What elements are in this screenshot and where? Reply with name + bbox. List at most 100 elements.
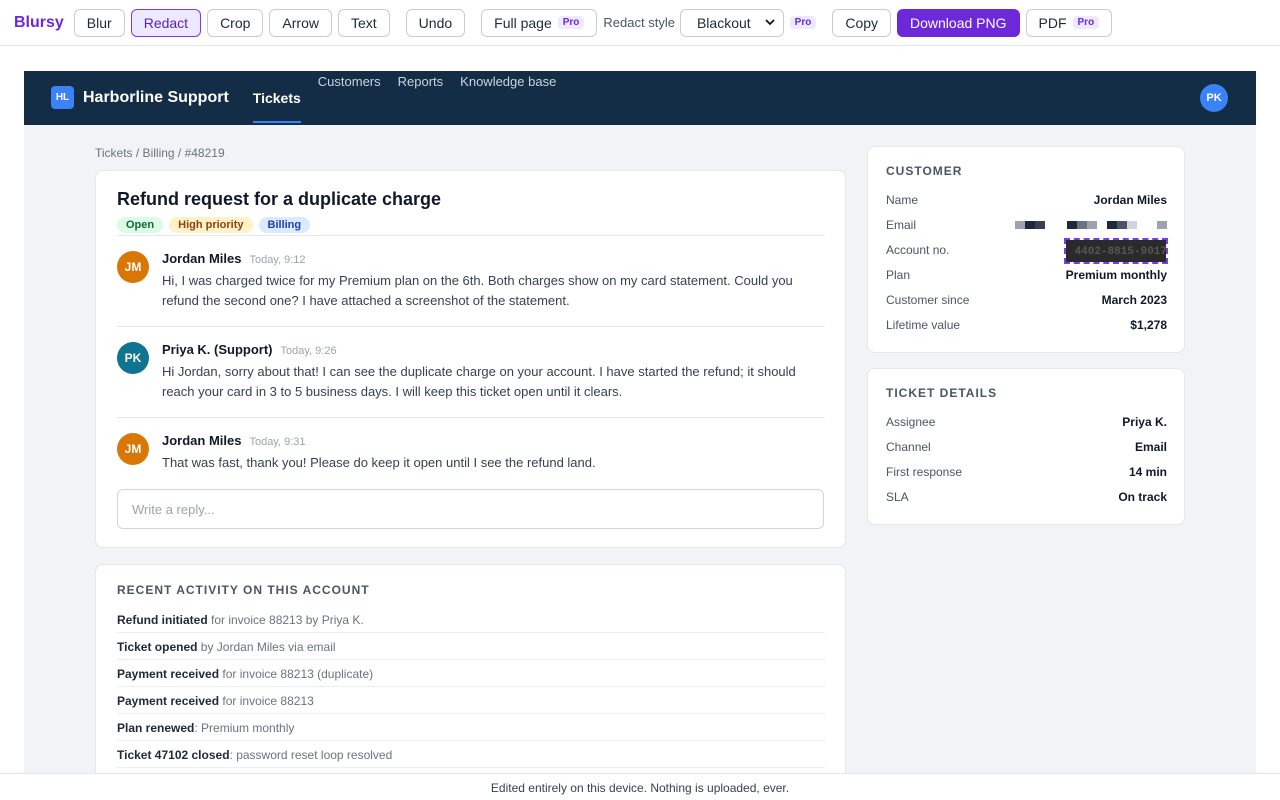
blur-tool-button[interactable]: Blur xyxy=(73,8,125,37)
activity-detail: : password reset loop resolved xyxy=(229,748,393,762)
message-time: Today, 9:12 xyxy=(249,254,306,266)
tab-knowledge-base[interactable]: Knowledge base xyxy=(460,71,556,125)
row-key: Customer since xyxy=(886,293,970,307)
row-key: First response xyxy=(886,465,963,479)
screenshot-canvas[interactable]: HL Harborline Support Tickets Customers … xyxy=(24,71,1256,773)
row-key: Lifetime value xyxy=(886,318,961,332)
ticket-badges: Open High priority Billing xyxy=(117,217,311,233)
message-time: Today, 9:26 xyxy=(280,345,337,357)
list-item: Payment received for invoice 88213 (dupl… xyxy=(117,660,825,687)
copy-button[interactable]: Copy xyxy=(832,8,892,37)
pro-badge: Pro xyxy=(789,16,817,29)
text-tool-button[interactable]: Text xyxy=(337,8,390,37)
undo-button[interactable]: Undo xyxy=(405,8,466,37)
message-header: Jordan Miles Today, 9:12 xyxy=(162,251,306,266)
app-name: Harborline Support xyxy=(83,89,229,106)
message-text: Hi Jordan, sorry about that! I can see t… xyxy=(162,364,796,399)
customer-row: Lifetime value $1,278 xyxy=(886,318,1167,332)
avatar: JM xyxy=(117,251,149,283)
detail-row: Channel Email xyxy=(886,440,1167,454)
ticket-details-card: TICKET DETAILS Assignee Priya K. Channel E… xyxy=(867,368,1185,525)
activity-action: Payment received xyxy=(117,667,220,681)
tab-reports[interactable]: Reports xyxy=(398,71,444,125)
message-text: That was fast, thank you! Please do keep… xyxy=(162,455,596,470)
reply-input[interactable]: Write a reply... xyxy=(117,489,824,529)
activity-action: Payment received xyxy=(117,694,220,708)
download-png-button[interactable]: Download PNG xyxy=(897,8,1020,37)
app-logo: HL xyxy=(51,86,74,109)
row-value: Premium monthly xyxy=(1065,268,1167,282)
redact-style-value: Blackout xyxy=(696,14,751,31)
avatar: PK xyxy=(117,342,149,374)
activity-detail: for invoice 88213 xyxy=(219,694,314,708)
arrow-tool-button[interactable]: Arrow xyxy=(269,8,332,37)
tab-tickets[interactable]: Tickets xyxy=(252,71,301,123)
pdf-button[interactable]: PDF Pro xyxy=(1025,8,1113,37)
customer-row: Name Jordan Miles xyxy=(886,193,1167,207)
detail-row: SLA On track xyxy=(886,490,1167,504)
list-item: Plan renewed: Premium monthly xyxy=(117,714,825,741)
row-key: Assignee xyxy=(886,415,936,429)
divider xyxy=(117,235,825,236)
row-value: March 2023 xyxy=(1101,293,1167,307)
status-badge: Open xyxy=(117,217,164,233)
avatar: JM xyxy=(117,433,149,465)
detail-row: First response 14 min xyxy=(886,465,1167,479)
list-item: Payment received for invoice 88213 xyxy=(117,687,825,714)
list-item: Ticket 47102 closed: password reset loop… xyxy=(117,741,825,768)
row-key: Channel xyxy=(886,440,931,454)
activity-action: Plan renewed xyxy=(117,721,195,735)
row-value: Email xyxy=(1134,440,1167,454)
divider xyxy=(117,326,825,327)
customer-row: Email xyxy=(886,218,1167,232)
ticket-title: Refund request for a duplicate charge xyxy=(117,189,442,209)
message-header: Jordan Miles Today, 9:31 xyxy=(162,433,306,448)
row-key: SLA xyxy=(886,490,909,504)
detail-row: Assignee Priya K. xyxy=(886,415,1167,429)
ticket-details-heading: TICKET DETAILS xyxy=(886,386,998,400)
priority-badge: High priority xyxy=(169,217,253,233)
message-header: Priya K. (Support) Today, 9:26 xyxy=(162,342,337,357)
tab-customers[interactable]: Customers xyxy=(318,71,381,125)
message-time: Today, 9:31 xyxy=(249,436,306,448)
redact-style-select[interactable]: Blackout xyxy=(679,8,784,37)
divider xyxy=(117,417,825,418)
full-page-label: Full page xyxy=(494,14,552,31)
pixelated-email-redaction[interactable] xyxy=(1015,218,1167,232)
row-value: $1,278 xyxy=(1130,318,1167,332)
activity-heading: RECENT ACTIVITY ON THIS ACCOUNT xyxy=(117,583,370,597)
blackout-redaction[interactable]: 4402-8815-9017 xyxy=(1063,238,1168,264)
category-badge: Billing xyxy=(258,217,311,233)
customer-row: Account no. 4402-8815-9017 xyxy=(886,238,1168,264)
redact-tool-button[interactable]: Redact xyxy=(130,8,202,37)
customer-card: CUSTOMER Name Jordan Miles Email Account … xyxy=(867,146,1185,353)
activity-action: Refund initiated xyxy=(117,613,208,627)
message-author: Priya K. (Support) xyxy=(162,342,273,357)
row-key: Plan xyxy=(886,268,911,282)
pdf-label: PDF xyxy=(1038,14,1067,31)
list-item: Ticket opened by Jordan Miles via email xyxy=(117,633,825,660)
activity-action: Ticket opened xyxy=(117,640,198,654)
user-avatar[interactable]: PK xyxy=(1200,84,1228,112)
row-key: Account no. xyxy=(886,243,950,257)
chevron-down-icon xyxy=(765,19,775,26)
full-page-button[interactable]: Full page Pro xyxy=(481,8,598,37)
list-item: Refund initiated for invoice 88213 by Pr… xyxy=(117,606,825,633)
row-value: Jordan Miles xyxy=(1093,193,1167,207)
brand-logo: Blursy xyxy=(14,13,64,31)
app-navbar: HL Harborline Support Tickets Customers … xyxy=(24,71,1256,125)
row-key: Name xyxy=(886,193,919,207)
message-author: Jordan Miles xyxy=(162,433,242,448)
pro-badge: Pro xyxy=(1072,16,1100,29)
activity-action: Ticket 47102 closed xyxy=(117,748,230,762)
row-value: Priya K. xyxy=(1122,415,1167,429)
ticket-card: Refund request for a duplicate charge Op… xyxy=(95,170,846,548)
activity-detail: by Jordan Miles via email xyxy=(197,640,336,654)
redact-style-label: Redact style xyxy=(603,15,675,30)
row-value: 4402-8815-9017 xyxy=(1074,246,1167,258)
breadcrumb: Tickets / Billing / #48219 xyxy=(95,146,225,160)
privacy-footer: Edited entirely on this device. Nothing … xyxy=(0,773,1280,800)
activity-detail: for invoice 88213 (duplicate) xyxy=(219,667,374,681)
pro-badge: Pro xyxy=(557,16,585,29)
crop-tool-button[interactable]: Crop xyxy=(207,8,264,37)
